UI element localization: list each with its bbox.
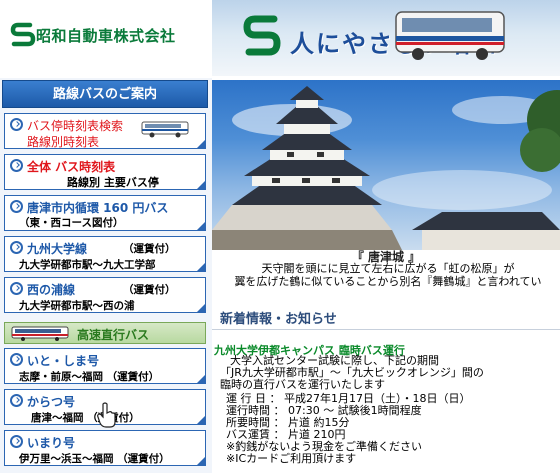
- header-banner: 人にやさしい昭和: [212, 0, 560, 76]
- sidebar-item-itoshima[interactable]: いと・しま号 志摩・前原〜福岡 （運賃付）: [4, 348, 206, 384]
- castle-photo: [212, 80, 560, 250]
- sidebar-item-label: いと・しま号: [27, 354, 100, 368]
- sidebar-item-sublabel: 九大学研都市駅〜西の浦: [19, 300, 135, 312]
- arrow-circle-icon: [10, 353, 23, 366]
- company-logo-icon: [10, 22, 36, 47]
- sidebar-item-label: バス停時刻表検索: [27, 119, 124, 133]
- arrow-circle-icon: [10, 241, 23, 254]
- sidebar-item-sublabel: 路線別 主要バス停: [67, 176, 159, 189]
- arrow-circle-icon: [10, 435, 23, 448]
- sidebar-item-label: 唐津市内循環 160 円バス: [27, 201, 169, 215]
- arrow-circle-icon: [10, 159, 23, 172]
- sidebar-item-sublabel: 伊万里〜浜玉〜福岡 （運賃付）: [19, 453, 170, 465]
- sidebar-item-imari[interactable]: いまり号 伊万里〜浜玉〜福岡 （運賃付）: [4, 430, 206, 466]
- corner-arrow-icon: [197, 140, 205, 148]
- caption-line: 翼を広げた鶴に似ていることから別名『舞鶴城』と言われてい: [234, 275, 542, 288]
- sidebar-item-fare-note: （運賃付）: [123, 284, 176, 296]
- sidebar-item-all-timetable[interactable]: 全体 バス時刻表 路線別 主要バス停: [4, 154, 206, 190]
- sidebar-item-label: 西の浦線: [27, 283, 76, 297]
- site-header: 昭和自動車株式会社 人にやさしい昭和: [0, 0, 560, 76]
- caption-line: 天守閣を頭にに見立て左右に広がる「虹の松原」が: [261, 262, 515, 275]
- arrow-circle-icon: [10, 282, 23, 295]
- express-bus-label: 高速直行バス: [77, 328, 150, 342]
- sidebar-item-sublabel: 路線別時刻表: [27, 135, 100, 149]
- corner-arrow-icon: [197, 457, 205, 465]
- sidebar-item-sublabel: 九大学研都市駅〜九大工学部: [19, 259, 156, 271]
- sidebar-item-nishinoura[interactable]: 西の浦線 （運賃付） 九大学研都市駅〜西の浦: [4, 277, 206, 313]
- photo-caption: 天守閣を頭にに見立て左右に広がる「虹の松原」が 翼を広げた鶴に似ていることから別…: [216, 262, 560, 288]
- news-heading: 新着情報・お知らせ: [220, 312, 337, 327]
- news-line: 臨時の直行バスを運行いたします: [220, 378, 385, 391]
- sidebar-item-label: 全体 バス時刻表: [27, 160, 116, 174]
- corner-arrow-icon: [197, 263, 205, 271]
- corner-arrow-icon: [197, 222, 205, 230]
- corner-arrow-icon: [197, 375, 205, 383]
- arrow-circle-icon: [10, 394, 23, 407]
- logo[interactable]: 昭和自動車株式会社: [0, 0, 212, 76]
- sidebar-item-sublabel: 唐津〜福岡 （運賃付）: [31, 412, 140, 424]
- hand-cursor-icon: [97, 402, 116, 428]
- sidebar-item-timetable-search[interactable]: バス停時刻表検索 路線別時刻表: [4, 113, 206, 149]
- arrow-circle-icon: [10, 118, 23, 131]
- banner-logo-icon: [243, 15, 281, 56]
- express-bus-icon: [11, 326, 69, 341]
- news-header: 新着情報・お知らせ: [212, 300, 560, 330]
- express-bus-header: 高速直行バス: [4, 322, 206, 344]
- bus-icon: [141, 121, 189, 138]
- corner-arrow-icon: [197, 304, 205, 312]
- sidebar-item-sublabel: （東・西コース図付）: [19, 217, 124, 229]
- sidebar-item-label: からつ号: [27, 395, 76, 409]
- news-notice: ※ICカードご利用頂けます: [226, 452, 357, 465]
- corner-arrow-icon: [197, 416, 205, 424]
- corner-arrow-icon: [197, 181, 205, 189]
- karatsu-castle-icon: [212, 86, 560, 250]
- bus-image-icon: [395, 11, 505, 60]
- arrow-circle-icon: [10, 200, 23, 213]
- sidebar-item-sublabel: 志摩・前原〜福岡 （運賃付）: [19, 371, 160, 383]
- company-name: 昭和自動車株式会社: [36, 27, 176, 45]
- sidebar-item-label: いまり号: [27, 436, 76, 450]
- sidebar-item-kyushu-univ[interactable]: 九州大学線 （運賃付） 九大学研都市駅〜九大工学部: [4, 236, 206, 272]
- sidebar-item-label: 九州大学線: [27, 242, 88, 256]
- sidebar-title: 路線バスのご案内: [2, 80, 208, 108]
- sidebar-item-city-loop[interactable]: 唐津市内循環 160 円バス （東・西コース図付）: [4, 195, 206, 231]
- sidebar-item-fare-note: （運賃付）: [123, 243, 176, 255]
